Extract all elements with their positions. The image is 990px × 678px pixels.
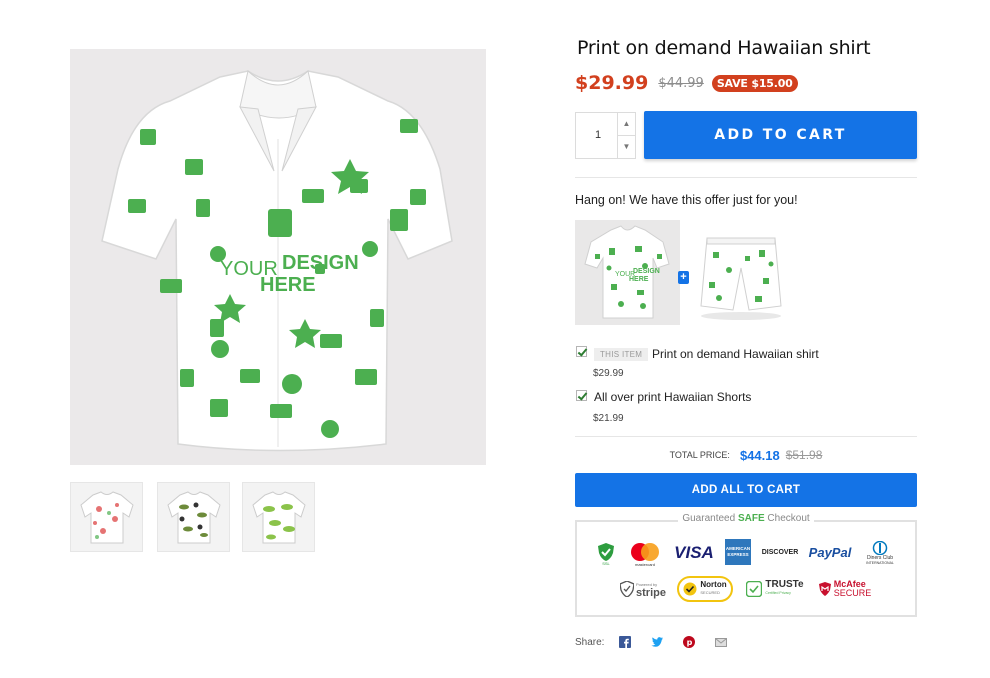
bundle-item-1-price: $29.99 <box>593 368 624 379</box>
product-price: $29.99 <box>575 72 649 94</box>
stripe-shield-icon <box>620 581 635 597</box>
norton-small-text: SECURED <box>700 590 720 595</box>
bundle-item-2-checkbox[interactable] <box>576 390 587 401</box>
safe-checkout-title-safe: SAFE <box>737 513 765 524</box>
design-text-line3: HERE <box>260 274 316 296</box>
mcafee-badge: McAfee SECURE <box>815 576 875 602</box>
norton-check-icon <box>683 582 697 596</box>
main-product-image[interactable]: YOUR DESIGN HERE <box>70 49 486 465</box>
quantity-input[interactable]: 1 <box>576 113 620 158</box>
facebook-icon[interactable] <box>618 635 632 649</box>
stripe-badge: Powered by stripe <box>619 578 667 600</box>
truste-icon <box>746 581 763 597</box>
plus-icon: + <box>678 271 689 284</box>
amex-badge: AMERICAN EXPRESS <box>725 539 751 565</box>
secure-badge-text: SSL <box>602 560 610 566</box>
diners-line2: INTERNATIONAL <box>866 561 894 565</box>
visa-badge: VISA <box>674 543 714 562</box>
mastercard-text: mastercard <box>634 561 655 567</box>
bundle-item-1-name: Print on demand Hawaiian shirt <box>652 347 819 361</box>
bundle-item-2-price: $21.99 <box>593 413 624 424</box>
divider <box>575 436 917 437</box>
bundle-item-2-name: All over print Hawaiian Shorts <box>594 390 752 404</box>
mastercard-badge: mastercard <box>627 540 663 568</box>
bundle-item-1-checkbox[interactable] <box>576 346 587 357</box>
thumbnail-toucan[interactable] <box>157 482 230 552</box>
amex-line2: EXPRESS <box>727 552 749 557</box>
email-icon[interactable] <box>714 635 728 649</box>
divider <box>575 177 917 178</box>
bundle-shorts-image[interactable] <box>689 220 794 325</box>
truste-badge: TRUSTe Certified Privacy <box>743 578 807 600</box>
thumbnail-leaf[interactable] <box>242 482 315 552</box>
quantity-increase-button[interactable]: ▲ <box>617 113 635 136</box>
paypal-badge: PayPal <box>808 544 852 560</box>
total-price: $44.18 <box>739 447 780 463</box>
total-price-label: TOTAL PRICE: <box>669 450 730 460</box>
quantity-stepper[interactable]: 1 ▲ ▼ <box>575 112 636 159</box>
add-to-cart-button[interactable]: ADD TO CART <box>644 111 917 159</box>
product-title: Print on demand Hawaiian shirt <box>577 37 871 59</box>
truste-small-text: Certified Privacy <box>765 591 791 595</box>
mcafee-shield-icon <box>818 582 831 596</box>
total-price-row: TOTAL PRICE: $44.18 $51.98 <box>575 446 917 464</box>
shield-icon <box>598 542 614 561</box>
shirt-thumbnail-icon <box>252 491 306 544</box>
shirt-thumbnail-icon <box>167 491 221 544</box>
shorts-thumbnail-icon <box>700 237 782 320</box>
svg-text:p: p <box>687 638 693 647</box>
share-row: Share: p <box>575 634 746 650</box>
secure-shield-badge: SSL <box>595 540 617 568</box>
shirt-thumbnail-icon <box>80 491 134 544</box>
mastercard-icon <box>631 542 659 561</box>
total-compare-price: $51.98 <box>785 448 823 462</box>
twitter-icon[interactable] <box>650 635 664 649</box>
save-badge: SAVE $15.00 <box>711 74 798 92</box>
pinterest-icon[interactable]: p <box>682 635 696 649</box>
bundle-heading: Hang on! We have this offer just for you… <box>575 193 798 207</box>
add-all-to-cart-button[interactable]: ADD ALL TO CART <box>575 473 917 507</box>
norton-text: Norton <box>700 580 727 589</box>
diners-club-badge: Diners Club INTERNATIONAL <box>859 538 901 568</box>
stripe-text: stripe <box>636 587 666 599</box>
shirt-thumbnail-icon: YOUR DESIGN HERE <box>584 225 670 319</box>
truste-text: TRUSTe <box>765 579 804 590</box>
price-row: $29.99 $44.99 SAVE $15.00 <box>575 72 798 94</box>
this-item-tag: THIS ITEM <box>594 348 649 361</box>
safe-checkout-title: Guaranteed SAFE Checkout <box>577 513 915 524</box>
quantity-decrease-button[interactable]: ▼ <box>617 136 635 158</box>
diners-club-icon <box>872 541 888 555</box>
share-label: Share: <box>575 636 605 648</box>
safe-checkout-title-pre: Guaranteed <box>682 513 736 524</box>
svg-text:DESIGN: DESIGN <box>633 268 660 275</box>
discover-badge: DISCOVER <box>761 548 799 556</box>
svg-text:HERE: HERE <box>629 276 649 283</box>
safe-checkout-title-post: Checkout <box>767 513 810 524</box>
mcafee-small-text: SECURE <box>833 588 872 598</box>
norton-badge: Norton SECURED <box>677 576 733 602</box>
compare-price: $44.99 <box>658 75 704 91</box>
thumbnail-flamingo[interactable] <box>70 482 143 552</box>
design-text-line2: DESIGN <box>282 252 359 274</box>
bundle-shirt-image[interactable]: YOUR DESIGN HERE <box>575 220 680 325</box>
safe-checkout-box: Guaranteed SAFE Checkout SSL mastercard … <box>575 513 917 617</box>
hawaiian-shirt-image: YOUR DESIGN HERE <box>101 70 453 452</box>
